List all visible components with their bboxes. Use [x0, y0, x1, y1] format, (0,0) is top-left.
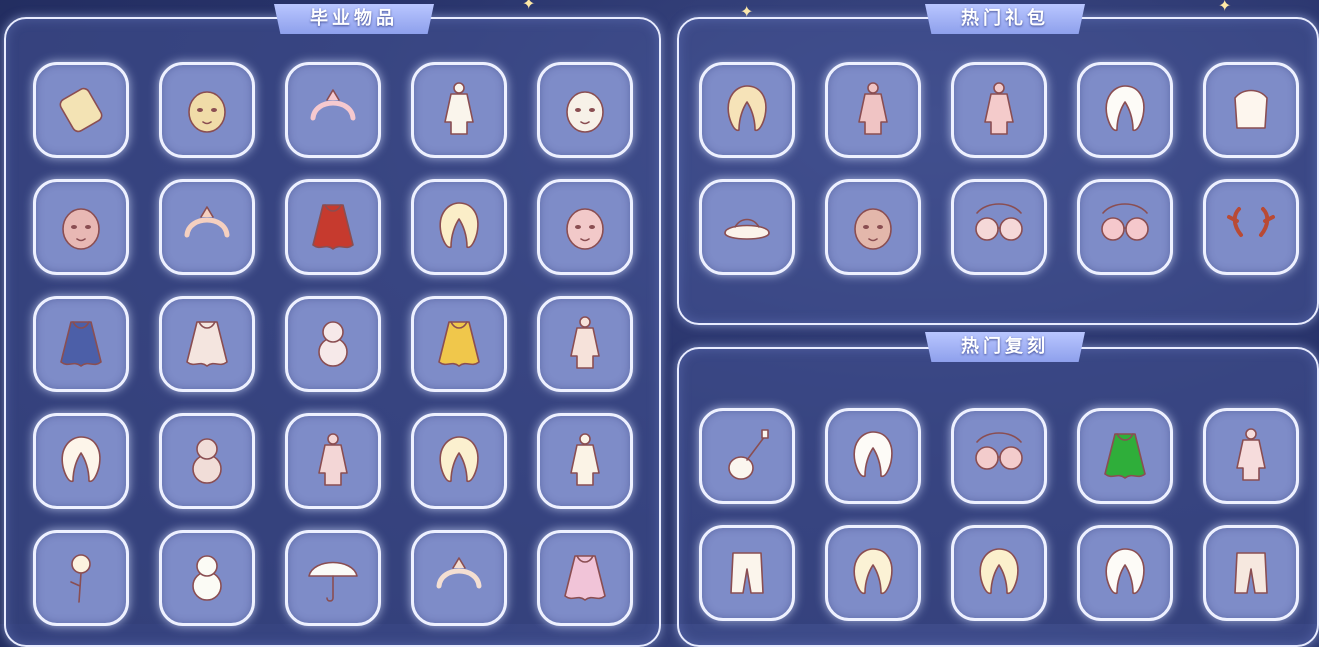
panel-title-hot-packs: 热门礼包	[925, 4, 1085, 34]
item-slot-graduation[interactable]	[33, 413, 129, 509]
item-slot-graduation[interactable]	[537, 179, 633, 275]
item-slot-graduation[interactable]	[411, 179, 507, 275]
item-slot-hot-reruns[interactable]	[1077, 525, 1173, 621]
item-slot-hot-reruns[interactable]	[1077, 408, 1173, 504]
item-slot-graduation[interactable]	[411, 62, 507, 158]
item-slot-graduation[interactable]	[411, 413, 507, 509]
item-slot-hot-reruns[interactable]	[825, 525, 921, 621]
item-slot-graduation[interactable]	[537, 296, 633, 392]
item-slot-graduation[interactable]	[33, 62, 129, 158]
item-slot-graduation[interactable]	[285, 413, 381, 509]
item-slot-hot-reruns[interactable]	[699, 525, 795, 621]
item-slot-hot-reruns[interactable]	[951, 525, 1047, 621]
item-slot-graduation[interactable]	[285, 179, 381, 275]
item-slot-hot-packs[interactable]	[1077, 179, 1173, 275]
panel-title-graduation: 毕业物品	[274, 4, 434, 34]
star-decoration: ✦	[522, 0, 536, 13]
item-slot-hot-packs[interactable]	[1203, 62, 1299, 158]
item-slot-hot-reruns[interactable]	[1203, 408, 1299, 504]
item-slot-hot-packs[interactable]	[951, 179, 1047, 275]
item-slot-hot-packs[interactable]	[825, 62, 921, 158]
item-slot-graduation[interactable]	[33, 179, 129, 275]
item-slot-graduation[interactable]	[285, 62, 381, 158]
item-slot-hot-packs[interactable]	[1203, 179, 1299, 275]
item-slot-hot-reruns[interactable]	[825, 408, 921, 504]
item-slot-hot-reruns[interactable]	[699, 408, 795, 504]
item-slot-hot-reruns[interactable]	[951, 408, 1047, 504]
item-slot-hot-packs[interactable]	[951, 62, 1047, 158]
item-slot-graduation[interactable]	[159, 296, 255, 392]
item-slot-hot-packs[interactable]	[1077, 62, 1173, 158]
item-slot-hot-packs[interactable]	[699, 62, 795, 158]
item-slot-graduation[interactable]	[411, 296, 507, 392]
item-slot-graduation[interactable]	[159, 179, 255, 275]
item-slot-graduation[interactable]	[33, 530, 129, 626]
item-slot-graduation[interactable]	[159, 413, 255, 509]
item-slot-hot-reruns[interactable]	[1203, 525, 1299, 621]
panel-title-hot-reruns: 热门复刻	[925, 332, 1085, 362]
item-slot-graduation[interactable]	[159, 530, 255, 626]
item-slot-graduation[interactable]	[411, 530, 507, 626]
item-slot-graduation[interactable]	[537, 530, 633, 626]
item-slot-graduation[interactable]	[537, 413, 633, 509]
item-slot-graduation[interactable]	[159, 62, 255, 158]
item-slot-graduation[interactable]	[33, 296, 129, 392]
item-slot-hot-packs[interactable]	[699, 179, 795, 275]
star-decoration: ✦	[1218, 0, 1232, 15]
item-slot-graduation[interactable]	[537, 62, 633, 158]
item-slot-graduation[interactable]	[285, 296, 381, 392]
item-slot-hot-packs[interactable]	[825, 179, 921, 275]
item-slot-graduation[interactable]	[285, 530, 381, 626]
